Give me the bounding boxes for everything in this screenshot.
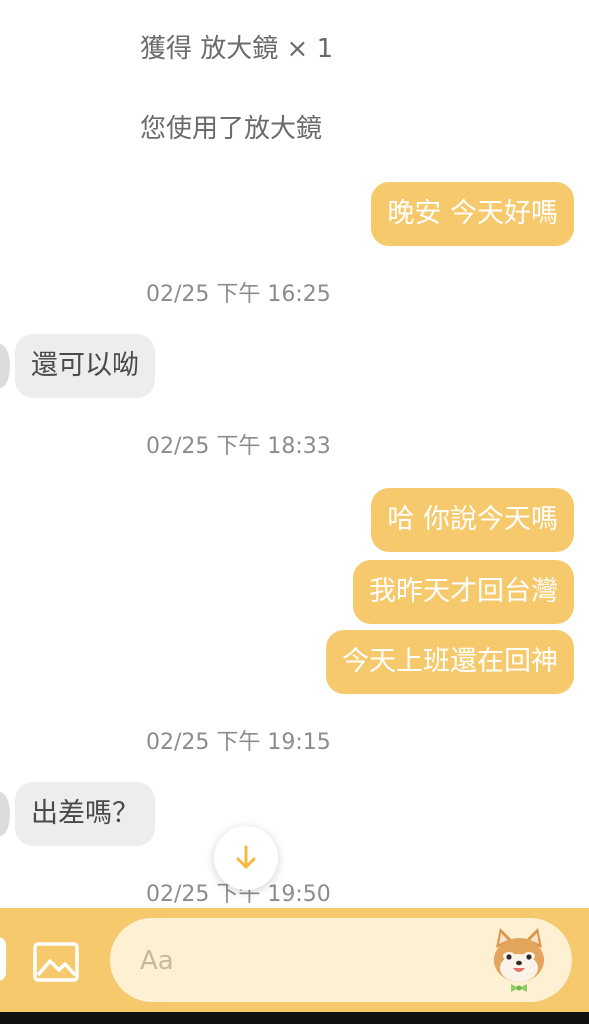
timestamp: 02/25 下午 19:15	[146, 730, 331, 755]
image-button[interactable]	[28, 934, 84, 990]
message-outgoing[interactable]: 我昨天才回台灣	[353, 560, 574, 624]
message-incoming[interactable]: 還可以呦	[15, 334, 155, 398]
message-outgoing[interactable]: 哈 你說今天嗎	[371, 488, 574, 552]
arrow-down-icon	[236, 845, 256, 869]
scroll-to-bottom-button[interactable]	[214, 826, 278, 890]
system-message-used-item: 您使用了放大鏡	[140, 114, 323, 144]
timestamp: 02/25 下午 16:25	[146, 282, 331, 307]
message-incoming[interactable]: 出差嗎？	[15, 782, 155, 846]
contact-avatar[interactable]	[0, 792, 10, 836]
system-navigation-strip	[0, 1012, 589, 1024]
message-input[interactable]	[138, 940, 472, 982]
image-icon	[33, 942, 79, 982]
sticker-button[interactable]	[484, 926, 554, 994]
shiba-sticker-icon	[494, 928, 544, 992]
timestamp: 02/25 下午 18:33	[146, 434, 331, 459]
message-outgoing[interactable]: 晚安 今天好嗎	[371, 182, 574, 246]
message-input-container[interactable]	[110, 918, 572, 1002]
message-outgoing[interactable]: 今天上班還在回神	[326, 630, 574, 694]
system-message-reward: 獲得 放大鏡 × 1	[140, 34, 334, 64]
contact-avatar[interactable]	[0, 344, 10, 388]
side-button[interactable]	[0, 937, 6, 981]
